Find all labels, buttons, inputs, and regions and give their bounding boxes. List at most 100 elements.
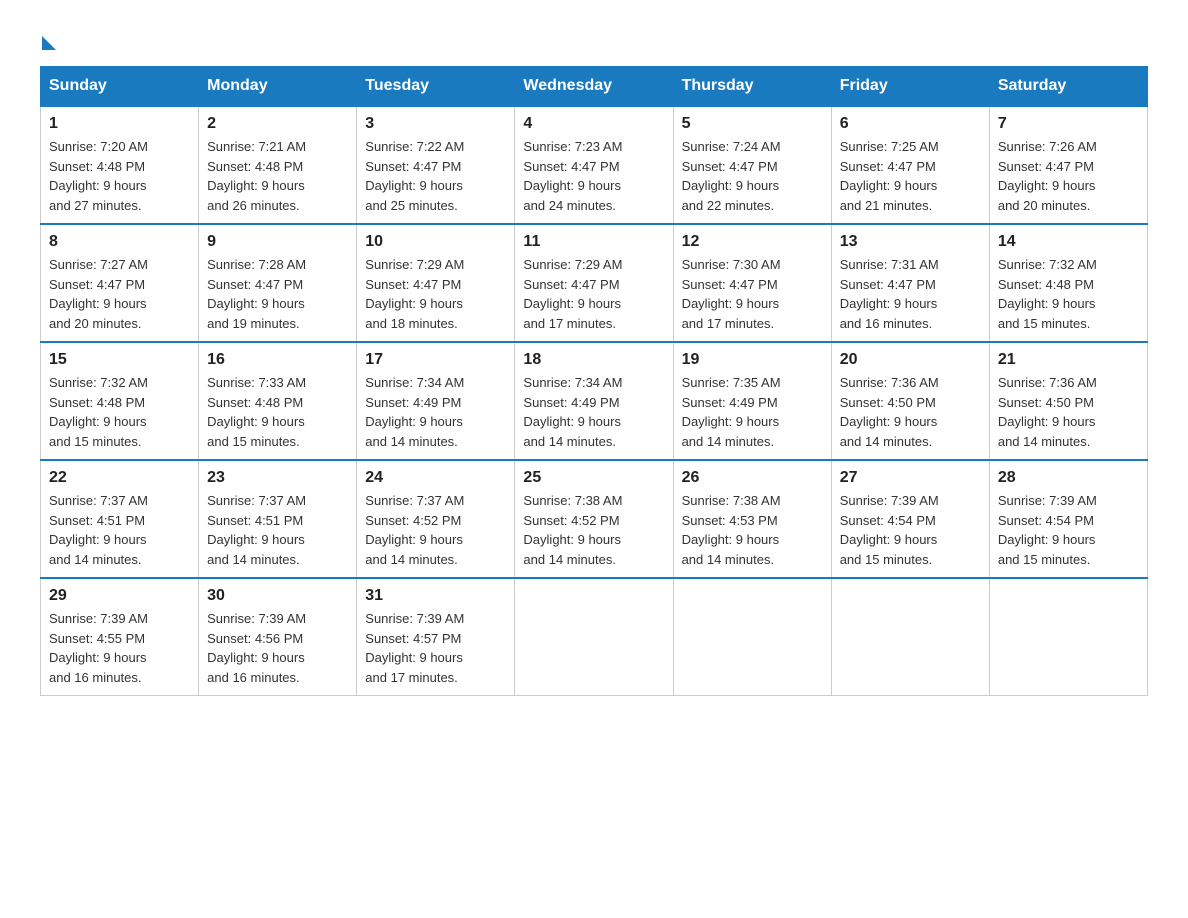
day-info: Sunrise: 7:36 AMSunset: 4:50 PMDaylight:… bbox=[840, 373, 981, 451]
day-number: 26 bbox=[682, 469, 823, 487]
day-info: Sunrise: 7:29 AMSunset: 4:47 PMDaylight:… bbox=[523, 255, 664, 333]
day-cell bbox=[515, 578, 673, 696]
day-number: 16 bbox=[207, 351, 348, 369]
day-cell: 24 Sunrise: 7:37 AMSunset: 4:52 PMDayligh… bbox=[357, 460, 515, 578]
day-cell: 17 Sunrise: 7:34 AMSunset: 4:49 PMDayligh… bbox=[357, 342, 515, 460]
day-number: 18 bbox=[523, 351, 664, 369]
day-info: Sunrise: 7:38 AMSunset: 4:53 PMDaylight:… bbox=[682, 491, 823, 569]
day-number: 8 bbox=[49, 233, 190, 251]
day-cell: 29 Sunrise: 7:39 AMSunset: 4:55 PMDayligh… bbox=[41, 578, 199, 696]
header-cell-tuesday: Tuesday bbox=[357, 67, 515, 107]
day-info: Sunrise: 7:37 AMSunset: 4:51 PMDaylight:… bbox=[207, 491, 348, 569]
day-number: 17 bbox=[365, 351, 506, 369]
day-info: Sunrise: 7:34 AMSunset: 4:49 PMDaylight:… bbox=[523, 373, 664, 451]
day-number: 12 bbox=[682, 233, 823, 251]
day-cell: 25 Sunrise: 7:38 AMSunset: 4:52 PMDayligh… bbox=[515, 460, 673, 578]
day-info: Sunrise: 7:29 AMSunset: 4:47 PMDaylight:… bbox=[365, 255, 506, 333]
day-number: 5 bbox=[682, 115, 823, 133]
day-info: Sunrise: 7:39 AMSunset: 4:54 PMDaylight:… bbox=[840, 491, 981, 569]
header-cell-saturday: Saturday bbox=[989, 67, 1147, 107]
day-cell: 5 Sunrise: 7:24 AMSunset: 4:47 PMDaylight… bbox=[673, 106, 831, 224]
day-number: 31 bbox=[365, 587, 506, 605]
day-cell: 28Sunrise: 7:39 AMSunset: 4:54 PMDayligh… bbox=[989, 460, 1147, 578]
day-cell bbox=[673, 578, 831, 696]
day-number: 15 bbox=[49, 351, 190, 369]
day-info: Sunrise: 7:28 AMSunset: 4:47 PMDaylight:… bbox=[207, 255, 348, 333]
day-info: Sunrise: 7:39 AMSunset: 4:57 PMDaylight:… bbox=[365, 609, 506, 687]
day-info: Sunrise: 7:32 AMSunset: 4:48 PMDaylight:… bbox=[49, 373, 190, 451]
day-info: Sunrise: 7:24 AMSunset: 4:47 PMDaylight:… bbox=[682, 137, 823, 215]
day-number: 6 bbox=[840, 115, 981, 133]
day-cell bbox=[989, 578, 1147, 696]
day-cell: 10 Sunrise: 7:29 AMSunset: 4:47 PMDayligh… bbox=[357, 224, 515, 342]
day-number: 11 bbox=[523, 233, 664, 251]
header-cell-monday: Monday bbox=[199, 67, 357, 107]
logo-top bbox=[40, 30, 56, 50]
day-cell: 2 Sunrise: 7:21 AMSunset: 4:48 PMDaylight… bbox=[199, 106, 357, 224]
day-number: 4 bbox=[523, 115, 664, 133]
day-cell: 7 Sunrise: 7:26 AMSunset: 4:47 PMDaylight… bbox=[989, 106, 1147, 224]
day-info: Sunrise: 7:35 AMSunset: 4:49 PMDaylight:… bbox=[682, 373, 823, 451]
header-cell-wednesday: Wednesday bbox=[515, 67, 673, 107]
day-number: 2 bbox=[207, 115, 348, 133]
day-info: Sunrise: 7:30 AMSunset: 4:47 PMDaylight:… bbox=[682, 255, 823, 333]
day-info: Sunrise: 7:38 AMSunset: 4:52 PMDaylight:… bbox=[523, 491, 664, 569]
day-info: Sunrise: 7:26 AMSunset: 4:47 PMDaylight:… bbox=[998, 137, 1139, 215]
day-cell: 30 Sunrise: 7:39 AMSunset: 4:56 PMDayligh… bbox=[199, 578, 357, 696]
day-number: 13 bbox=[840, 233, 981, 251]
day-info: Sunrise: 7:39 AMSunset: 4:55 PMDaylight:… bbox=[49, 609, 190, 687]
day-number: 29 bbox=[49, 587, 190, 605]
day-info: Sunrise: 7:23 AMSunset: 4:47 PMDaylight:… bbox=[523, 137, 664, 215]
day-number: 27 bbox=[840, 469, 981, 487]
day-number: 30 bbox=[207, 587, 348, 605]
day-cell: 18 Sunrise: 7:34 AMSunset: 4:49 PMDayligh… bbox=[515, 342, 673, 460]
week-row-4: 22 Sunrise: 7:37 AMSunset: 4:51 PMDayligh… bbox=[41, 460, 1148, 578]
day-info: Sunrise: 7:37 AMSunset: 4:52 PMDaylight:… bbox=[365, 491, 506, 569]
day-cell: 9 Sunrise: 7:28 AMSunset: 4:47 PMDaylight… bbox=[199, 224, 357, 342]
day-number: 19 bbox=[682, 351, 823, 369]
week-row-5: 29 Sunrise: 7:39 AMSunset: 4:55 PMDayligh… bbox=[41, 578, 1148, 696]
day-cell: 23 Sunrise: 7:37 AMSunset: 4:51 PMDayligh… bbox=[199, 460, 357, 578]
header-cell-sunday: Sunday bbox=[41, 67, 199, 107]
day-number: 23 bbox=[207, 469, 348, 487]
day-cell: 27 Sunrise: 7:39 AMSunset: 4:54 PMDayligh… bbox=[831, 460, 989, 578]
day-cell: 1 Sunrise: 7:20 AMSunset: 4:48 PMDaylight… bbox=[41, 106, 199, 224]
day-cell: 22 Sunrise: 7:37 AMSunset: 4:51 PMDayligh… bbox=[41, 460, 199, 578]
day-number: 25 bbox=[523, 469, 664, 487]
day-info: Sunrise: 7:31 AMSunset: 4:47 PMDaylight:… bbox=[840, 255, 981, 333]
day-cell: 12 Sunrise: 7:30 AMSunset: 4:47 PMDayligh… bbox=[673, 224, 831, 342]
day-number: 3 bbox=[365, 115, 506, 133]
day-info: Sunrise: 7:33 AMSunset: 4:48 PMDaylight:… bbox=[207, 373, 348, 451]
week-row-2: 8 Sunrise: 7:27 AMSunset: 4:47 PMDaylight… bbox=[41, 224, 1148, 342]
week-row-1: 1 Sunrise: 7:20 AMSunset: 4:48 PMDaylight… bbox=[41, 106, 1148, 224]
day-number: 21 bbox=[998, 351, 1139, 369]
day-number: 7 bbox=[998, 115, 1139, 133]
day-cell bbox=[831, 578, 989, 696]
day-info: Sunrise: 7:20 AMSunset: 4:48 PMDaylight:… bbox=[49, 137, 190, 215]
day-info: Sunrise: 7:39 AMSunset: 4:54 PMDaylight:… bbox=[998, 491, 1139, 569]
day-number: 10 bbox=[365, 233, 506, 251]
day-info: Sunrise: 7:21 AMSunset: 4:48 PMDaylight:… bbox=[207, 137, 348, 215]
day-info: Sunrise: 7:39 AMSunset: 4:56 PMDaylight:… bbox=[207, 609, 348, 687]
day-number: 20 bbox=[840, 351, 981, 369]
day-number: 9 bbox=[207, 233, 348, 251]
day-cell: 8 Sunrise: 7:27 AMSunset: 4:47 PMDaylight… bbox=[41, 224, 199, 342]
day-info: Sunrise: 7:25 AMSunset: 4:47 PMDaylight:… bbox=[840, 137, 981, 215]
day-number: 14 bbox=[998, 233, 1139, 251]
day-cell: 31 Sunrise: 7:39 AMSunset: 4:57 PMDayligh… bbox=[357, 578, 515, 696]
day-cell: 3Sunrise: 7:22 AMSunset: 4:47 PMDaylight… bbox=[357, 106, 515, 224]
day-info: Sunrise: 7:37 AMSunset: 4:51 PMDaylight:… bbox=[49, 491, 190, 569]
day-number: 22 bbox=[49, 469, 190, 487]
day-cell: 21Sunrise: 7:36 AMSunset: 4:50 PMDayligh… bbox=[989, 342, 1147, 460]
day-info: Sunrise: 7:27 AMSunset: 4:47 PMDaylight:… bbox=[49, 255, 190, 333]
day-cell: 26 Sunrise: 7:38 AMSunset: 4:53 PMDayligh… bbox=[673, 460, 831, 578]
day-cell: 16 Sunrise: 7:33 AMSunset: 4:48 PMDayligh… bbox=[199, 342, 357, 460]
day-number: 1 bbox=[49, 115, 190, 133]
day-number: 24 bbox=[365, 469, 506, 487]
day-info: Sunrise: 7:34 AMSunset: 4:49 PMDaylight:… bbox=[365, 373, 506, 451]
logo bbox=[40, 30, 56, 46]
calendar-header: SundayMondayTuesdayWednesdayThursdayFrid… bbox=[41, 67, 1148, 107]
header-cell-thursday: Thursday bbox=[673, 67, 831, 107]
day-cell: 15 Sunrise: 7:32 AMSunset: 4:48 PMDayligh… bbox=[41, 342, 199, 460]
page-header bbox=[40, 30, 1148, 46]
